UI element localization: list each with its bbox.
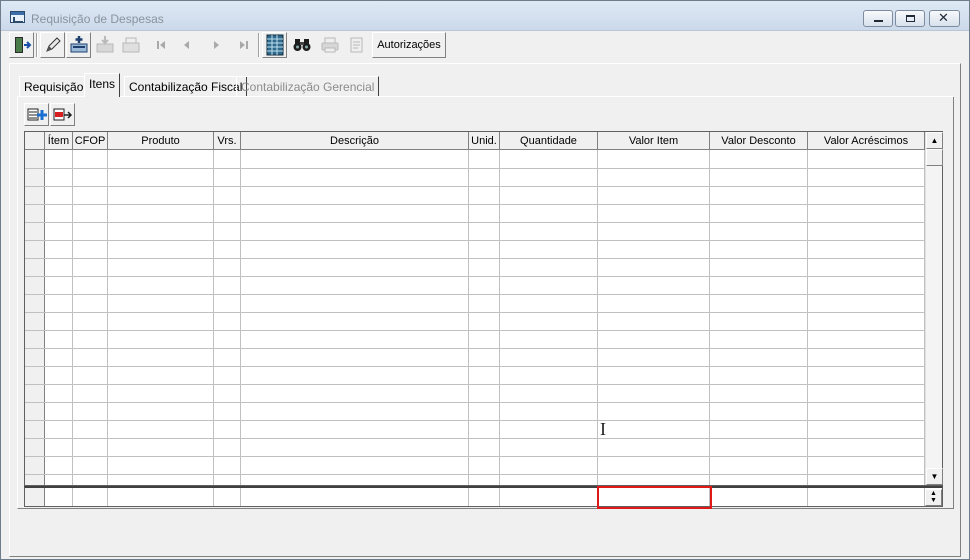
tab-contabilizacao-gerencial[interactable]: Contabilização Gerencial [236,76,380,97]
window-title: Requisição de Despesas [31,12,164,26]
scroll-up-button[interactable]: ▲ [926,132,943,149]
text-cursor-icon: I [600,419,606,439]
column-header-valor-item[interactable]: Valor Item [598,132,710,150]
column-header-cfop[interactable]: CFOP [73,132,108,150]
main-toolbar: Autorizações [9,32,969,60]
footer-spin-button[interactable]: ▲ ▼ [925,489,942,506]
highlighted-valor-item-total [597,486,712,509]
authorizations-button[interactable]: Autorizações [372,32,446,58]
last-record-button[interactable] [231,32,256,58]
column-header-vrs[interactable]: Vrs. [214,132,241,150]
next-record-button[interactable] [203,32,228,58]
exit-button[interactable] [9,32,34,58]
row-indicator-column [25,150,45,485]
previous-record-icon [183,41,189,49]
document-button[interactable] [344,32,369,58]
printer-button[interactable] [317,32,342,58]
tab-label: Contabilização Gerencial [241,80,375,94]
column-header-item[interactable]: Ítem [45,132,73,150]
add-item-icon [27,108,47,120]
requisicao-despesas-window: Requisição de Despesas ✕ Autorizações Re… [0,0,970,560]
next-record-icon [213,41,219,49]
print-preview-button[interactable] [118,32,143,58]
print-icon [122,37,139,53]
exit-door-icon [14,37,31,53]
add-item-button[interactable] [24,103,49,126]
save-icon [96,36,113,53]
grid-view-button[interactable] [262,32,287,58]
add-record-button[interactable] [66,32,91,58]
maximize-icon [906,15,915,22]
scroll-down-button[interactable]: ▼ [926,468,943,485]
last-record-icon [239,41,248,49]
minimize-button[interactable] [863,10,893,27]
first-record-icon [156,41,165,49]
close-button[interactable]: ✕ [929,10,960,27]
first-record-button[interactable] [148,32,173,58]
total-valor-desconto-cell [710,488,808,506]
previous-record-button[interactable] [174,32,199,58]
edit-button[interactable] [40,32,65,58]
items-grid[interactable]: Ítem CFOP Produto Vrs. Descrição Unid. Q… [24,131,943,486]
grid-vertical-scrollbar[interactable]: ▲ ▼ [925,132,943,485]
remove-item-button[interactable] [50,103,75,126]
maximize-button[interactable] [895,10,925,27]
spin-arrows-icon: ▲ ▼ [930,490,937,504]
search-button[interactable] [289,32,314,58]
minimize-icon [874,20,883,22]
arrow-down-icon: ▼ [930,472,939,481]
close-icon: ✕ [938,10,949,25]
save-button[interactable] [92,32,117,58]
column-header-unid[interactable]: Unid. [469,132,500,150]
remove-item-icon [53,108,72,120]
scroll-thumb[interactable] [926,149,943,166]
binoculars-icon [293,39,310,51]
app-icon [10,11,25,23]
arrow-up-icon: ▲ [930,136,939,145]
tab-label: Requisição [24,80,84,94]
tab-requisicao[interactable]: Requisição [19,76,89,97]
tab-label: Itens [89,77,116,91]
title-bar: Requisição de Despesas ✕ [1,1,969,31]
grid-totals-row [24,486,943,507]
total-valor-acrescimos-cell [808,488,925,506]
printer-icon [321,37,338,53]
row-indicator-header [25,132,45,150]
column-header-descricao[interactable]: Descrição [241,132,469,150]
column-header-valor-desconto[interactable]: Valor Desconto [710,132,808,150]
document-icon [350,37,362,53]
add-record-icon [70,36,87,53]
column-header-valor-acrescimos[interactable]: Valor Acréscimos [808,132,925,150]
tab-itens[interactable]: Itens [84,73,121,97]
column-header-produto[interactable]: Produto [108,132,214,150]
column-header-quantidade[interactable]: Quantidade [500,132,598,150]
tab-contabilizacao-fiscal[interactable]: Contabilização Fiscal [124,76,248,97]
spreadsheet-icon [266,34,283,56]
pencil-edit-icon [45,37,61,52]
tab-label: Contabilização Fiscal [129,80,243,94]
